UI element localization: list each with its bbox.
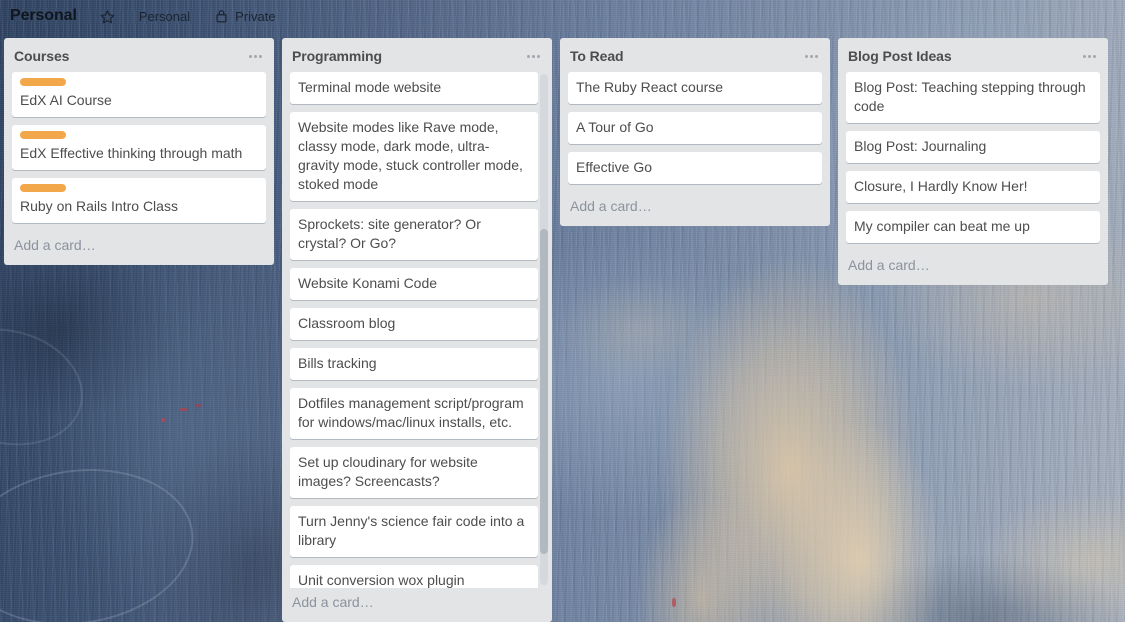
card-title: Closure, I Hardly Know Her!	[854, 178, 1028, 194]
list-menu-dot	[810, 54, 813, 58]
card[interactable]: Sprockets: site generator? Or crystal? O…	[290, 209, 538, 260]
card-title: Website modes like Rave mode, classy mod…	[298, 119, 523, 192]
card-title: EdX AI Course	[20, 92, 112, 108]
list-menu-dot	[1083, 54, 1086, 58]
card[interactable]: Terminal mode website	[290, 72, 538, 104]
card-title: Turn Jenny's science fair code into a li…	[298, 513, 525, 548]
list-header: Blog Post Ideas	[838, 38, 1108, 72]
card-title: My compiler can beat me up	[854, 218, 1030, 234]
card-title: Set up cloudinary for website images? Sc…	[298, 454, 478, 489]
list: To Read The Ruby React course A Tour of Go…	[560, 38, 830, 226]
add-card-button[interactable]: Add a card…	[560, 192, 830, 226]
list-title[interactable]: Blog Post Ideas	[848, 48, 952, 64]
card-label-chip[interactable]	[20, 131, 66, 139]
card-title: Ruby on Rails Intro Class	[20, 198, 178, 214]
card-labels	[20, 184, 258, 192]
card-list[interactable]: The Ruby React course A Tour of Go Effecti…	[560, 72, 830, 192]
card-title: Unit conversion wox plugin	[298, 572, 465, 588]
add-card-button[interactable]: Add a card…	[4, 231, 274, 265]
board-visibility-label: Private	[235, 8, 276, 24]
list-menu-dot	[259, 54, 262, 58]
card-title: Website Konami Code	[298, 275, 438, 291]
card-title: A Tour of Go	[576, 119, 654, 135]
list-menu-icon[interactable]	[523, 53, 544, 60]
board-organization[interactable]: Personal	[139, 9, 190, 24]
card-label-chip[interactable]	[20, 78, 66, 86]
list-menu-dot	[249, 54, 252, 58]
add-card-button[interactable]: Add a card…	[282, 588, 552, 622]
card-title: Blog Post: Journaling	[854, 138, 987, 154]
list: Blog Post Ideas Blog Post: Teaching stepp…	[838, 38, 1108, 285]
list-menu-dot	[254, 54, 257, 58]
card-list[interactable]: Terminal mode website Website modes like …	[282, 72, 552, 588]
card-title: Bills tracking	[298, 355, 377, 371]
board-header: Personal Personal Private	[0, 0, 1125, 32]
card[interactable]: Ruby on Rails Intro Class	[12, 178, 266, 223]
card[interactable]: Turn Jenny's science fair code into a li…	[290, 506, 538, 557]
card[interactable]: Bills tracking	[290, 348, 538, 380]
card[interactable]: Closure, I Hardly Know Her!	[846, 171, 1100, 203]
card-labels	[20, 131, 258, 139]
list-menu-dot	[1093, 54, 1096, 58]
list-menu-dot	[815, 54, 818, 58]
card[interactable]: My compiler can beat me up	[846, 211, 1100, 243]
card[interactable]: Effective Go	[568, 152, 822, 184]
card[interactable]: Website modes like Rave mode, classy mod…	[290, 112, 538, 201]
card[interactable]: EdX Effective thinking through math	[12, 125, 266, 170]
card-title: Classroom blog	[298, 315, 396, 331]
list-menu-icon[interactable]	[245, 53, 266, 60]
list-menu-icon[interactable]	[1079, 53, 1100, 60]
list-title[interactable]: Programming	[292, 48, 382, 64]
card-label-chip[interactable]	[20, 184, 66, 192]
list-header: Courses	[4, 38, 274, 72]
card-title: Effective Go	[576, 159, 653, 175]
list-menu-dot	[1088, 54, 1091, 58]
card[interactable]: Dotfiles management script/program for w…	[290, 388, 538, 439]
list: Courses EdX AI Course EdX Effective thinki…	[4, 38, 274, 265]
list-header: Programming	[282, 38, 552, 72]
card[interactable]: Website Konami Code	[290, 268, 538, 300]
card[interactable]: Blog Post: Journaling	[846, 131, 1100, 163]
card-list[interactable]: Blog Post: Teaching stepping through cod…	[838, 72, 1108, 251]
card-title: EdX Effective thinking through math	[20, 145, 243, 161]
card-list[interactable]: EdX AI Course EdX Effective thinking thro…	[4, 72, 274, 231]
card[interactable]: Blog Post: Teaching stepping through cod…	[846, 72, 1100, 123]
list-menu-dot	[527, 54, 530, 58]
board-visibility[interactable]: Private	[212, 7, 276, 25]
list-menu-dot	[532, 54, 535, 58]
card[interactable]: Classroom blog	[290, 308, 538, 340]
card-labels	[20, 78, 258, 86]
list-menu-icon[interactable]	[801, 53, 822, 60]
lock-icon	[212, 7, 230, 25]
board-organization-label: Personal	[138, 8, 191, 24]
list-title[interactable]: Courses	[14, 48, 69, 64]
list-header: To Read	[560, 38, 830, 72]
card-title: Dotfiles management script/program for w…	[298, 395, 524, 430]
list-scrollbar-thumb[interactable]	[540, 229, 548, 554]
list-menu-dot	[537, 54, 540, 58]
list-title[interactable]: To Read	[570, 48, 624, 64]
list-menu-dot	[805, 54, 808, 58]
star-icon[interactable]	[99, 7, 117, 25]
card[interactable]: Unit conversion wox plugin	[290, 565, 538, 588]
card-title: The Ruby React course	[576, 79, 724, 95]
card-title: Sprockets: site generator? Or crystal? O…	[298, 216, 481, 251]
card[interactable]: Set up cloudinary for website images? Sc…	[290, 447, 538, 498]
card[interactable]: The Ruby React course	[568, 72, 822, 104]
card[interactable]: EdX AI Course	[12, 72, 266, 117]
card-title: Blog Post: Teaching stepping through cod…	[854, 79, 1086, 114]
add-card-button[interactable]: Add a card…	[838, 251, 1108, 285]
card[interactable]: A Tour of Go	[568, 112, 822, 144]
list: Programming Terminal mode website Website …	[282, 38, 552, 622]
board-title: Personal	[10, 7, 77, 24]
board-canvas: Courses EdX AI Course EdX Effective thinki…	[0, 32, 1125, 622]
card-title: Terminal mode website	[298, 79, 442, 95]
